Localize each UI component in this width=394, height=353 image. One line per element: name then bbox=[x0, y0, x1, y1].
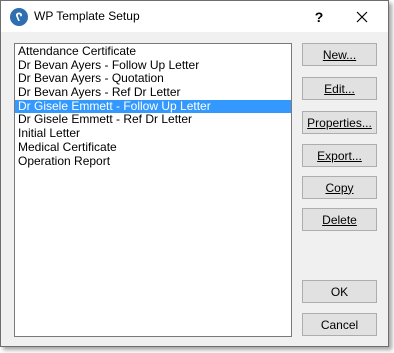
close-button[interactable] bbox=[349, 6, 375, 28]
list-item[interactable]: Operation Report bbox=[15, 154, 291, 169]
template-list[interactable]: Attendance Certificate Dr Bevan Ayers - F… bbox=[14, 43, 292, 337]
export-button[interactable]: Export... bbox=[302, 144, 377, 167]
list-item[interactable]: Attendance Certificate bbox=[15, 44, 291, 59]
properties-button[interactable]: Properties... bbox=[302, 111, 377, 134]
app-logo-icon bbox=[10, 8, 28, 26]
list-item[interactable]: Dr Gisele Emmett - Ref Dr Letter bbox=[15, 113, 291, 127]
window-title: WP Template Setup bbox=[34, 9, 140, 23]
edit-button[interactable]: Edit... bbox=[302, 77, 377, 100]
template-setup-dialog: WP Template Setup ? Attendance Certifica… bbox=[0, 0, 389, 347]
list-item[interactable]: Initial Letter bbox=[15, 126, 291, 141]
app-logo-glyph bbox=[15, 12, 23, 21]
delete-button[interactable]: Delete bbox=[302, 208, 377, 231]
list-item[interactable]: Dr Bevan Ayers - Ref Dr Letter bbox=[15, 85, 291, 100]
list-item[interactable]: Dr Bevan Ayers - Quotation bbox=[15, 72, 291, 86]
list-item[interactable]: Dr Gisele Emmett - Follow Up Letter bbox=[15, 99, 291, 114]
close-icon bbox=[356, 11, 368, 23]
list-item[interactable]: Medical Certificate bbox=[15, 140, 291, 155]
ok-button[interactable]: OK bbox=[302, 280, 377, 303]
title-bar[interactable]: WP Template Setup ? bbox=[1, 1, 388, 32]
new-button[interactable]: New... bbox=[302, 43, 377, 66]
help-button[interactable]: ? bbox=[306, 6, 332, 28]
cancel-button[interactable]: Cancel bbox=[302, 313, 377, 336]
list-item[interactable]: Dr Bevan Ayers - Follow Up Letter bbox=[15, 58, 291, 73]
copy-button[interactable]: Copy bbox=[302, 176, 377, 199]
